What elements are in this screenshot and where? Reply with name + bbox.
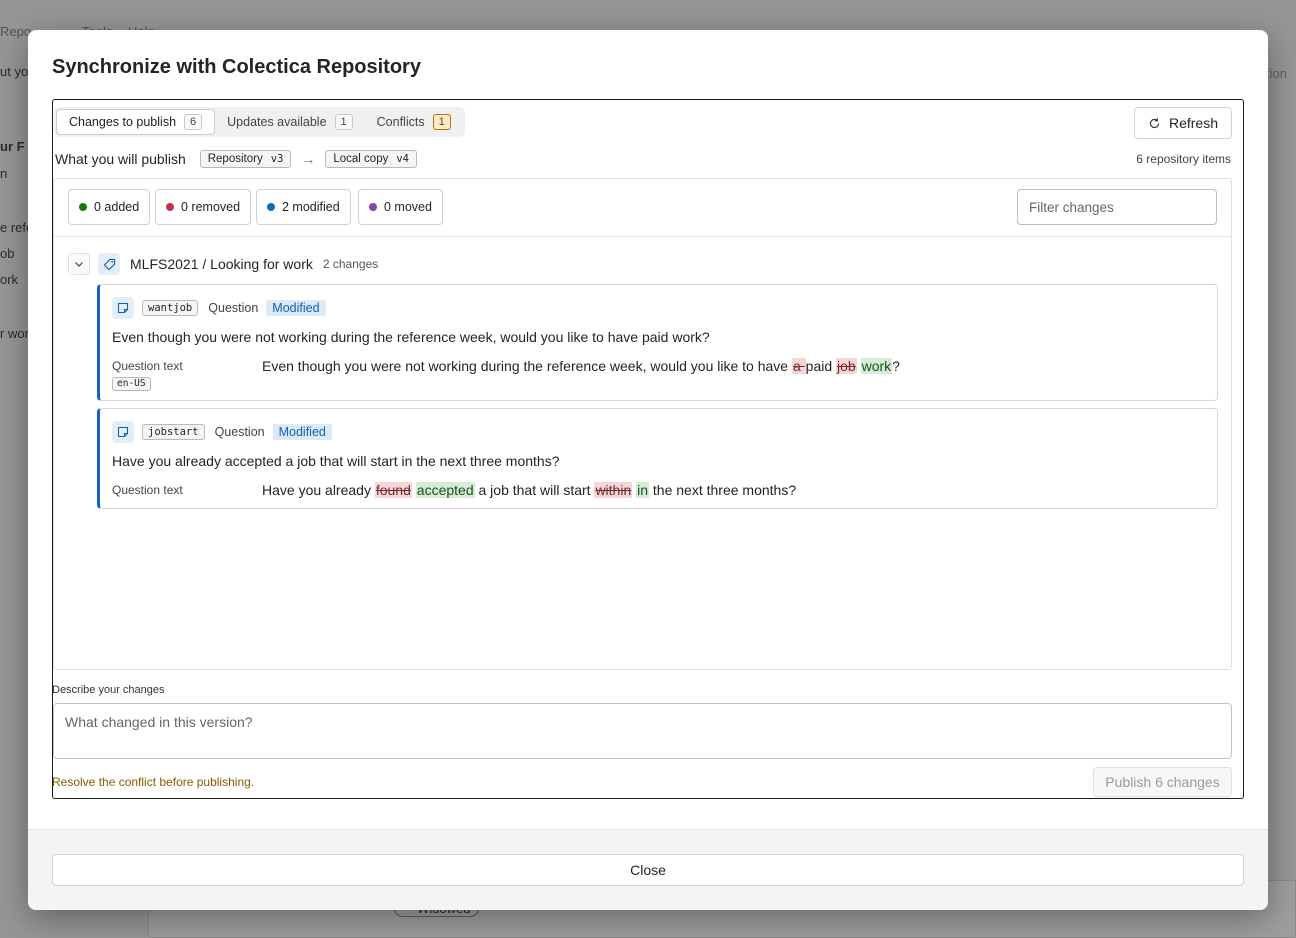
publish-summary-label: What you will publish <box>55 151 186 167</box>
filter-changes-input[interactable] <box>1017 189 1217 225</box>
group-header: MLFS2021 / Looking for work 2 changes <box>68 253 378 275</box>
diff-deletion: job <box>836 358 857 374</box>
diff-insertion: in <box>636 482 650 498</box>
tab-conflicts[interactable]: Conflicts 1 <box>365 109 463 135</box>
refresh-button[interactable]: Refresh <box>1133 107 1232 139</box>
diff-deletion: found <box>374 482 412 498</box>
refresh-label: Refresh <box>1168 115 1218 131</box>
removed-dot-icon <box>166 203 174 211</box>
diff-insertion: work <box>860 358 893 374</box>
group-changes-count: 2 changes <box>322 257 379 271</box>
question-icon <box>112 297 134 319</box>
chip-label: 0 added <box>94 200 140 214</box>
tab-changes-to-publish[interactable]: Changes to publish 6 <box>56 109 216 135</box>
status-badge: Modified <box>272 424 332 440</box>
filter-removed-chip[interactable]: 0 removed <box>155 189 252 225</box>
filter-added-chip[interactable]: 0 added <box>68 189 151 225</box>
status-badge: Modified <box>266 300 326 316</box>
changes-panel: 0 added 0 removed 2 modified 0 moved Fil… <box>53 178 1232 670</box>
tab-updates-available[interactable]: Updates available 1 <box>215 109 365 135</box>
item-header: jobstart Question Modified <box>112 421 332 443</box>
language-chip: en-US <box>112 377 151 391</box>
chevron-down-icon <box>75 262 83 267</box>
change-item-wantjob[interactable]: wantjob Question Modified Even though yo… <box>97 284 1218 401</box>
filter-moved-chip[interactable]: 0 moved <box>358 189 443 225</box>
dialog-body: Changes to publish 6 Updates available 1… <box>52 99 1244 799</box>
item-code: jobstart <box>142 424 205 440</box>
dialog-footer: Close <box>28 829 1268 910</box>
diff-deletion: within <box>594 482 633 498</box>
diff-unchanged: the next three months? <box>649 482 797 498</box>
diff-insertion: accepted <box>415 482 475 498</box>
tab-list: Changes to publish 6 Updates available 1… <box>54 107 465 137</box>
group-title: MLFS2021 / Looking for work <box>130 256 313 272</box>
describe-changes-label: Describe your changes <box>52 684 165 696</box>
refresh-icon <box>1149 117 1160 128</box>
item-type: Question <box>208 301 259 315</box>
conflict-count-badge: 1 <box>432 114 451 130</box>
to-version-chip: Local copy v4 <box>325 150 417 168</box>
item-code: wantjob <box>142 300 199 316</box>
from-version: v3 <box>270 153 284 165</box>
field-label: Question text <box>112 483 183 497</box>
diff-unchanged: a job that will start <box>474 482 595 498</box>
dialog-title: Synchronize with Colectica Repository <box>52 56 421 78</box>
change-filters: 0 added 0 removed 2 modified 0 moved <box>54 179 1231 237</box>
diff-unchanged: Have you already <box>262 482 375 498</box>
item-question-text: Have you already accepted a job that wil… <box>112 453 560 469</box>
collapse-group-button[interactable] <box>68 253 90 275</box>
diff-unchanged: Even though you were not working during … <box>262 358 792 374</box>
count-badge: 6 <box>184 114 203 130</box>
publish-summary: What you will publish Repository v3 → Lo… <box>55 149 1231 169</box>
tab-label: Updates available <box>227 115 327 129</box>
from-version-chip: Repository v3 <box>199 150 292 168</box>
item-question-text: Even though you were not working during … <box>112 329 710 345</box>
count-badge: 1 <box>334 114 353 130</box>
filter-modified-chip[interactable]: 2 modified <box>256 189 351 225</box>
publish-button[interactable]: Publish 6 changes <box>1093 767 1232 797</box>
modified-dot-icon <box>267 203 275 211</box>
tab-label: Changes to publish <box>69 115 177 129</box>
field-label: Question text <box>112 359 183 373</box>
chip-label: 0 moved <box>384 200 432 214</box>
close-button[interactable]: Close <box>52 854 1244 886</box>
arrow-right-icon: → <box>301 151 316 167</box>
to-label: Local copy <box>333 153 389 165</box>
item-type: Question <box>214 425 265 439</box>
from-label: Repository <box>207 153 263 165</box>
diff-text: Have you already found accepted a job th… <box>262 482 796 498</box>
to-version: v4 <box>396 153 409 165</box>
moved-dot-icon <box>369 203 377 211</box>
repository-items-count: 6 repository items <box>1136 152 1231 166</box>
tag-icon <box>98 253 120 275</box>
question-icon <box>112 421 134 443</box>
item-header: wantjob Question Modified <box>112 297 326 319</box>
chip-label: 0 removed <box>181 200 241 214</box>
added-dot-icon <box>79 203 87 211</box>
tab-label: Conflicts <box>376 115 425 129</box>
diff-text: Even though you were not working during … <box>262 358 900 374</box>
chip-label: 2 modified <box>282 200 340 214</box>
conflict-warning: Resolve the conflict before publishing. <box>52 775 255 789</box>
describe-changes-input[interactable] <box>53 703 1232 759</box>
diff-unchanged: ? <box>892 358 900 374</box>
sync-dialog: Synchronize with Colectica Repository Ch… <box>28 30 1268 910</box>
change-item-jobstart[interactable]: jobstart Question Modified Have you alre… <box>97 408 1218 509</box>
diff-deletion: a <box>791 358 806 374</box>
diff-unchanged: paid <box>805 358 837 374</box>
